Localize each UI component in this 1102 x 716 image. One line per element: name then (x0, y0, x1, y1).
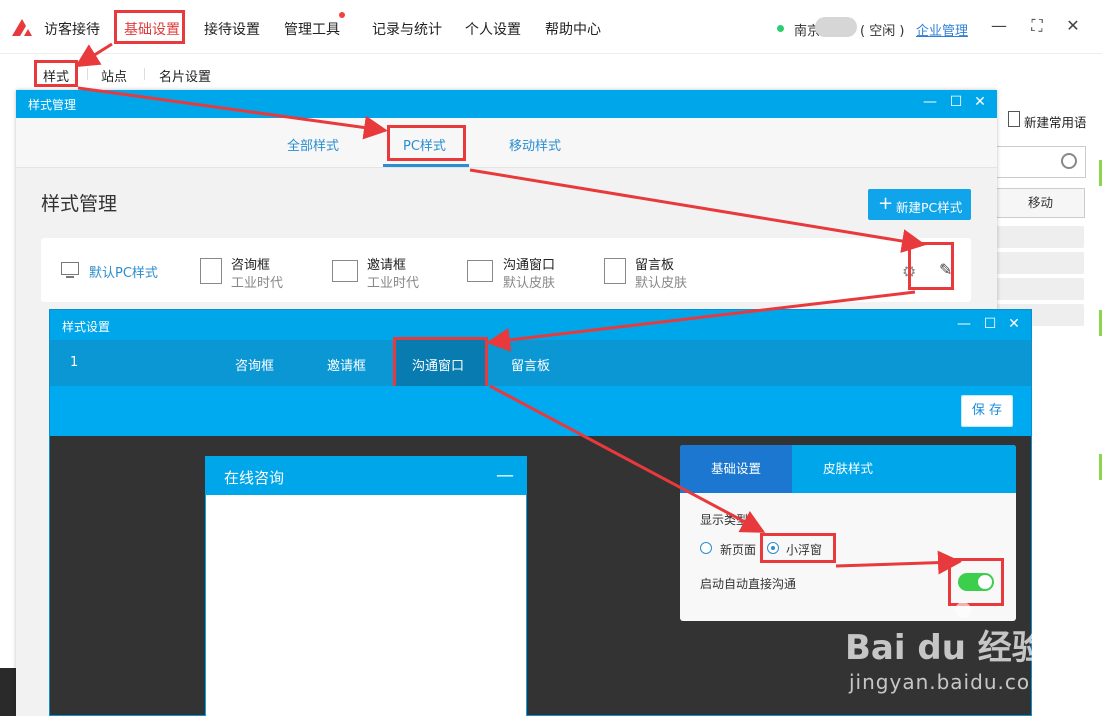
invite-box-icon (332, 260, 358, 282)
component-value: 默认皮肤 (635, 276, 688, 291)
settings-panel-tabs: 基础设置 皮肤样式 (680, 445, 1016, 493)
chat-preview: 在线咨询 — (205, 456, 527, 716)
list-item[interactable] (996, 252, 1084, 274)
background-dark-corner (0, 668, 16, 716)
chat-preview-title: 在线咨询 (224, 469, 285, 487)
status-state: ( 空闲 ) (860, 24, 905, 39)
component-name: 咨询框 (231, 258, 271, 273)
chat-window-icon (467, 260, 493, 282)
minimize-icon[interactable]: — (922, 94, 938, 110)
document-icon (1008, 111, 1020, 127)
highlight-box-chat-tab (393, 337, 488, 389)
tab-skin-style[interactable]: 皮肤样式 (792, 445, 904, 493)
close-icon[interactable]: ✕ (1006, 316, 1022, 332)
component-value: 工业时代 (231, 276, 284, 291)
minimize-icon[interactable]: — (956, 316, 972, 332)
style-settings-title: 样式设置 (62, 320, 111, 334)
component-value: 默认皮肤 (503, 276, 556, 291)
page-title: 样式管理 (41, 193, 118, 215)
component-value: 工业时代 (367, 276, 420, 291)
new-pc-style-label: 新建PC样式 (896, 200, 963, 215)
subnav-divider (144, 68, 145, 80)
settings-panel: 基础设置 皮肤样式 显示类型 新页面 小浮窗 启动自动直接沟通 (680, 445, 1016, 621)
message-board-icon (604, 258, 626, 284)
tab-message-board[interactable]: 留言板 (511, 355, 550, 374)
style-number: 1 (70, 355, 79, 370)
style-settings-titlebar: 样式设置 — ☐ ✕ (50, 310, 1031, 340)
app-title: 访客接待 (44, 22, 100, 38)
tab-basic-settings[interactable]: 基础设置 (680, 445, 792, 493)
plus-icon: + (878, 193, 894, 214)
save-button[interactable]: 保 存 (961, 395, 1013, 427)
tab-all-styles[interactable]: 全部样式 (287, 135, 339, 154)
close-icon[interactable]: ✕ (972, 94, 988, 110)
move-button[interactable]: 移动 (996, 188, 1085, 218)
tab-invite-box[interactable]: 邀请框 (327, 355, 366, 374)
style-manager-title: 样式管理 (28, 98, 77, 112)
auto-chat-label: 启动自动直接沟通 (700, 577, 797, 591)
online-status-dot (777, 25, 784, 32)
maximize-icon[interactable]: ⛶ (1028, 16, 1046, 36)
consult-box-icon (200, 258, 222, 284)
sub-navigation: 样式 站点 名片设置 (0, 54, 1102, 90)
maximize-icon[interactable]: ☐ (948, 94, 964, 110)
enterprise-management-link[interactable]: 企业管理 (916, 20, 968, 39)
new-phrase-button[interactable]: 新建常用语 (1024, 112, 1087, 131)
background-left-strip (0, 90, 16, 670)
subnav-business-card[interactable]: 名片设置 (159, 66, 211, 85)
new-pc-style-button[interactable]: + 新建PC样式 (868, 189, 971, 220)
tab-mobile-styles[interactable]: 移动样式 (509, 135, 561, 154)
highlight-box-pc-tab (387, 125, 466, 161)
chat-preview-header: 在线咨询 — (206, 457, 526, 495)
highlight-box-small-float (760, 533, 836, 563)
component-name: 邀请框 (367, 258, 407, 273)
highlight-box-edit (908, 242, 954, 290)
style-manager-titlebar: 样式管理 — ☐ ✕ (16, 90, 997, 118)
subnav-site[interactable]: 站点 (101, 66, 127, 85)
redacted-name (815, 17, 857, 37)
list-item[interactable] (996, 226, 1084, 248)
list-item[interactable] (996, 278, 1084, 300)
maximize-icon[interactable]: ☐ (982, 316, 998, 332)
highlight-box-toggle (948, 558, 1004, 606)
highlight-box-style (34, 60, 78, 87)
minimize-icon[interactable]: — (990, 16, 1008, 35)
nav-management-tools[interactable]: 管理工具 (284, 19, 340, 39)
monitor-icon (61, 262, 79, 275)
style-settings-toolbar: 保 存 (50, 386, 1031, 436)
search-icon[interactable] (1061, 153, 1077, 169)
highlight-box-basic-settings (114, 10, 185, 44)
baidu-watermark: Bai du 经验 jingyan.baidu.com (845, 602, 1075, 712)
component-name: 留言板 (635, 258, 675, 273)
tab-consult-box[interactable]: 咨询框 (235, 355, 274, 374)
monitor-stand (66, 276, 74, 278)
component-name: 沟通窗口 (503, 258, 556, 273)
close-icon[interactable]: ✕ (1064, 16, 1082, 35)
style-manager-tabs: 全部样式 PC样式 移动样式 (16, 118, 997, 168)
nav-personal-settings[interactable]: 个人设置 (465, 19, 521, 39)
default-pc-style-label[interactable]: 默认PC样式 (89, 262, 158, 281)
notification-dot (339, 12, 345, 18)
app-logo-icon (12, 19, 32, 36)
style-row[interactable]: 默认PC样式 咨询框 工业时代 邀请框 工业时代 沟通窗口 默认皮肤 留言板 默… (41, 238, 971, 302)
minimize-icon: — (496, 465, 514, 486)
radio-new-page[interactable] (700, 542, 712, 554)
nav-help-center[interactable]: 帮助中心 (545, 19, 601, 39)
radio-new-page-label[interactable]: 新页面 (720, 541, 756, 558)
nav-records-statistics[interactable]: 记录与统计 (372, 19, 442, 39)
active-tab-underline (383, 164, 469, 167)
nav-reception-settings[interactable]: 接待设置 (204, 19, 260, 39)
watermark-brand: Bai du 经验 (845, 628, 1046, 668)
display-type-label: 显示类型 (700, 513, 749, 527)
watermark-url: jingyan.baidu.com (849, 670, 1051, 694)
paw-icon (955, 602, 971, 618)
subnav-divider (87, 68, 88, 80)
